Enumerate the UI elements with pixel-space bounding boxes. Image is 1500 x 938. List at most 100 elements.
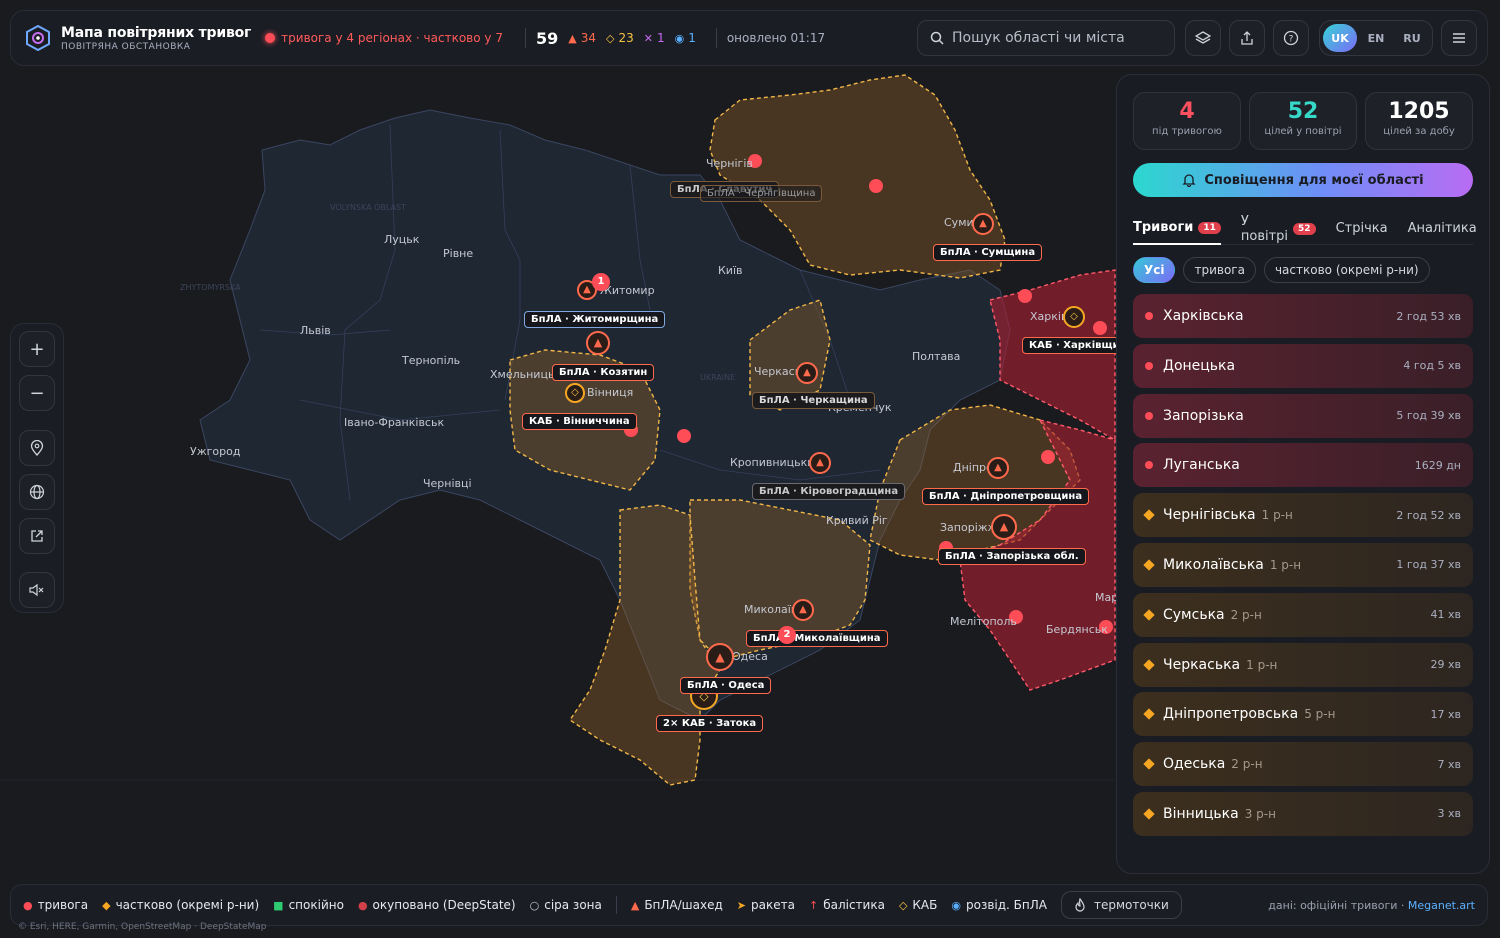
data-source: дані: офіційні тривоги · Meganet.art (1268, 899, 1475, 912)
region-row[interactable]: Донецька 4 год 5 хв (1133, 343, 1473, 388)
partial-diamond-icon (1143, 758, 1155, 770)
region-row[interactable]: Черкаська 1 р-н 29 хв (1133, 642, 1473, 687)
kab-icon[interactable]: ◇ (1063, 306, 1085, 328)
threat-label[interactable]: БпЛА · Запорізька обл. (938, 548, 1086, 565)
kpi-targets-day: 1205 цілей за добу (1365, 92, 1473, 150)
threat-label[interactable]: БпЛА · Миколаївщина (746, 630, 888, 647)
partial-diamond-icon (1143, 559, 1155, 571)
threat-label[interactable]: КАБ · Вінниччина (522, 413, 637, 430)
region-districts: 2 р-н (1231, 757, 1263, 772)
legend-item: ▲ БпЛА/шахед (631, 898, 723, 912)
tab-analytics[interactable]: Аналітика (1408, 213, 1477, 245)
tab-feed[interactable]: Стрічка (1336, 213, 1388, 245)
search-input[interactable] (952, 30, 1152, 46)
region-districts: 2 р-н (1230, 607, 1262, 622)
city-label: Черкаси (754, 365, 802, 378)
alert-dot-icon (1145, 461, 1153, 470)
threat-label[interactable]: БпЛА · Козятин (552, 364, 655, 381)
tab-alerts[interactable]: Тривоги 11 (1133, 213, 1221, 245)
region-districts: 3 р-н (1244, 806, 1276, 821)
region-row[interactable]: Запорізька 5 год 39 хв (1133, 393, 1473, 438)
search-box[interactable] (917, 20, 1175, 56)
tab-in-air[interactable]: У повітрі 52 (1241, 213, 1316, 245)
region-name: Черкаська (1163, 656, 1241, 673)
filter-partial[interactable]: частково (окремі р-ни) (1263, 257, 1430, 283)
threat-label[interactable]: БпЛА · Одеса (680, 677, 772, 694)
menu-button[interactable] (1441, 20, 1477, 56)
drone-icon[interactable]: ▲ (586, 331, 610, 355)
legend-label: спокійно (288, 898, 344, 912)
legend-item: ● окуповано (DeepState) (358, 898, 516, 912)
panel-tabs: Тривоги 11 У повітрі 52 Стрічка Аналітика (1133, 213, 1477, 245)
layers-icon (1195, 31, 1211, 44)
zoom-out-button[interactable]: − (19, 375, 55, 411)
region-name: Дніпропетровська (1163, 706, 1299, 723)
zoom-in-button[interactable]: + (19, 331, 55, 367)
threat-label[interactable]: БпЛА · Сумщина (933, 244, 1043, 261)
partial-diamond-icon (1143, 509, 1155, 521)
region-row[interactable]: Одеська 2 р-н 7 хв (1133, 742, 1473, 787)
drone-icon[interactable]: ▲ (706, 643, 734, 671)
threat-label[interactable]: БпЛА · Кіровоградщина (752, 483, 906, 500)
stat-kab: ◇ 23 (606, 31, 634, 45)
threat-label[interactable]: 2× КАБ · Затока (656, 715, 764, 732)
alert-dot-icon (265, 33, 276, 43)
locate-button[interactable] (19, 430, 55, 466)
city-label: Львів (300, 324, 331, 337)
mute-button[interactable] (19, 572, 55, 608)
threat-label[interactable]: БпЛА · Житомирщина (524, 311, 666, 328)
threat-label[interactable]: БпЛА · Дніпропетровщина (922, 488, 1090, 505)
filter-alert[interactable]: тривога (1183, 257, 1256, 283)
drone-icon[interactable]: ▲ (809, 452, 831, 474)
globe-button[interactable] (19, 474, 55, 510)
region-row[interactable]: Харківська 2 год 53 хв (1133, 294, 1473, 338)
help-button[interactable]: ? (1273, 20, 1309, 56)
region-duration: 3 хв (1437, 807, 1462, 821)
region-row[interactable]: Луганська 1629 дн (1133, 443, 1473, 488)
city-label: Миколаїв (744, 603, 798, 616)
stat-recon: ◉ 1 (675, 31, 696, 45)
kab-icon[interactable]: ◇ (565, 383, 585, 403)
notify-label: Сповіщення для моєї області (1204, 172, 1424, 188)
legend-label: окуповано (DeepState) (372, 898, 516, 912)
filter-all[interactable]: Усі (1133, 257, 1176, 283)
drone-icon[interactable]: ▲ (796, 362, 818, 384)
legend-label: ракета (751, 898, 795, 912)
legend-label: сіра зона (544, 898, 602, 912)
drone-icon[interactable]: ▲ (991, 514, 1017, 540)
filter-chips: Усі тривога частково (окремі р-ни) (1133, 257, 1430, 285)
updated-time: оновлено 01:17 (726, 31, 826, 45)
alert-dot-icon (1145, 411, 1153, 420)
plus-icon: + (29, 338, 45, 360)
region-row[interactable]: Миколаївська 1 р-н 1 год 37 хв (1133, 542, 1473, 587)
region-row[interactable]: Вінницька 3 р-н 3 хв (1133, 791, 1473, 836)
drone-icon[interactable]: ▲ (792, 599, 814, 621)
notify-my-region-button[interactable]: Сповіщення для моєї області (1133, 163, 1473, 197)
drone-icon[interactable]: ▲ (972, 213, 994, 235)
globe-icon (29, 484, 45, 500)
map-controls: + − (10, 323, 64, 613)
lang-en[interactable]: EN (1359, 24, 1393, 52)
lang-uk[interactable]: UK (1323, 24, 1357, 52)
region-duration: 1629 дн (1414, 458, 1461, 472)
city-label: Чернігів (706, 157, 753, 170)
stat-drones: ▲ 34 (568, 31, 596, 45)
open-external-button[interactable] (19, 518, 55, 554)
region-row[interactable]: Чернігівська 1 р-н 2 год 52 хв (1133, 493, 1473, 538)
thermal-points-toggle[interactable]: термоточки (1060, 891, 1182, 919)
drone-icon[interactable]: ▲ (987, 457, 1009, 479)
share-button[interactable] (1229, 20, 1265, 56)
threat-label[interactable]: БпЛА · Черкащина (752, 392, 875, 409)
region-name: Сумська (1163, 606, 1225, 623)
legend-label: КАБ (912, 898, 938, 912)
kpi-targets-air: 52 цілей у повітрі (1249, 92, 1357, 150)
threat-label[interactable]: БпЛА · Чернігівщина (700, 185, 823, 202)
source-link[interactable]: Meganet.art (1408, 899, 1475, 912)
stat-value: 1 (688, 31, 696, 45)
language-switcher: UK EN RU (1319, 20, 1433, 56)
lang-ru[interactable]: RU (1395, 24, 1429, 52)
region-row[interactable]: Дніпропетровська 5 р-н 17 хв (1133, 692, 1473, 737)
legend-item: ● тривога (23, 898, 88, 912)
region-row[interactable]: Сумська 2 р-н 41 хв (1133, 592, 1473, 637)
layers-button[interactable] (1185, 20, 1221, 56)
